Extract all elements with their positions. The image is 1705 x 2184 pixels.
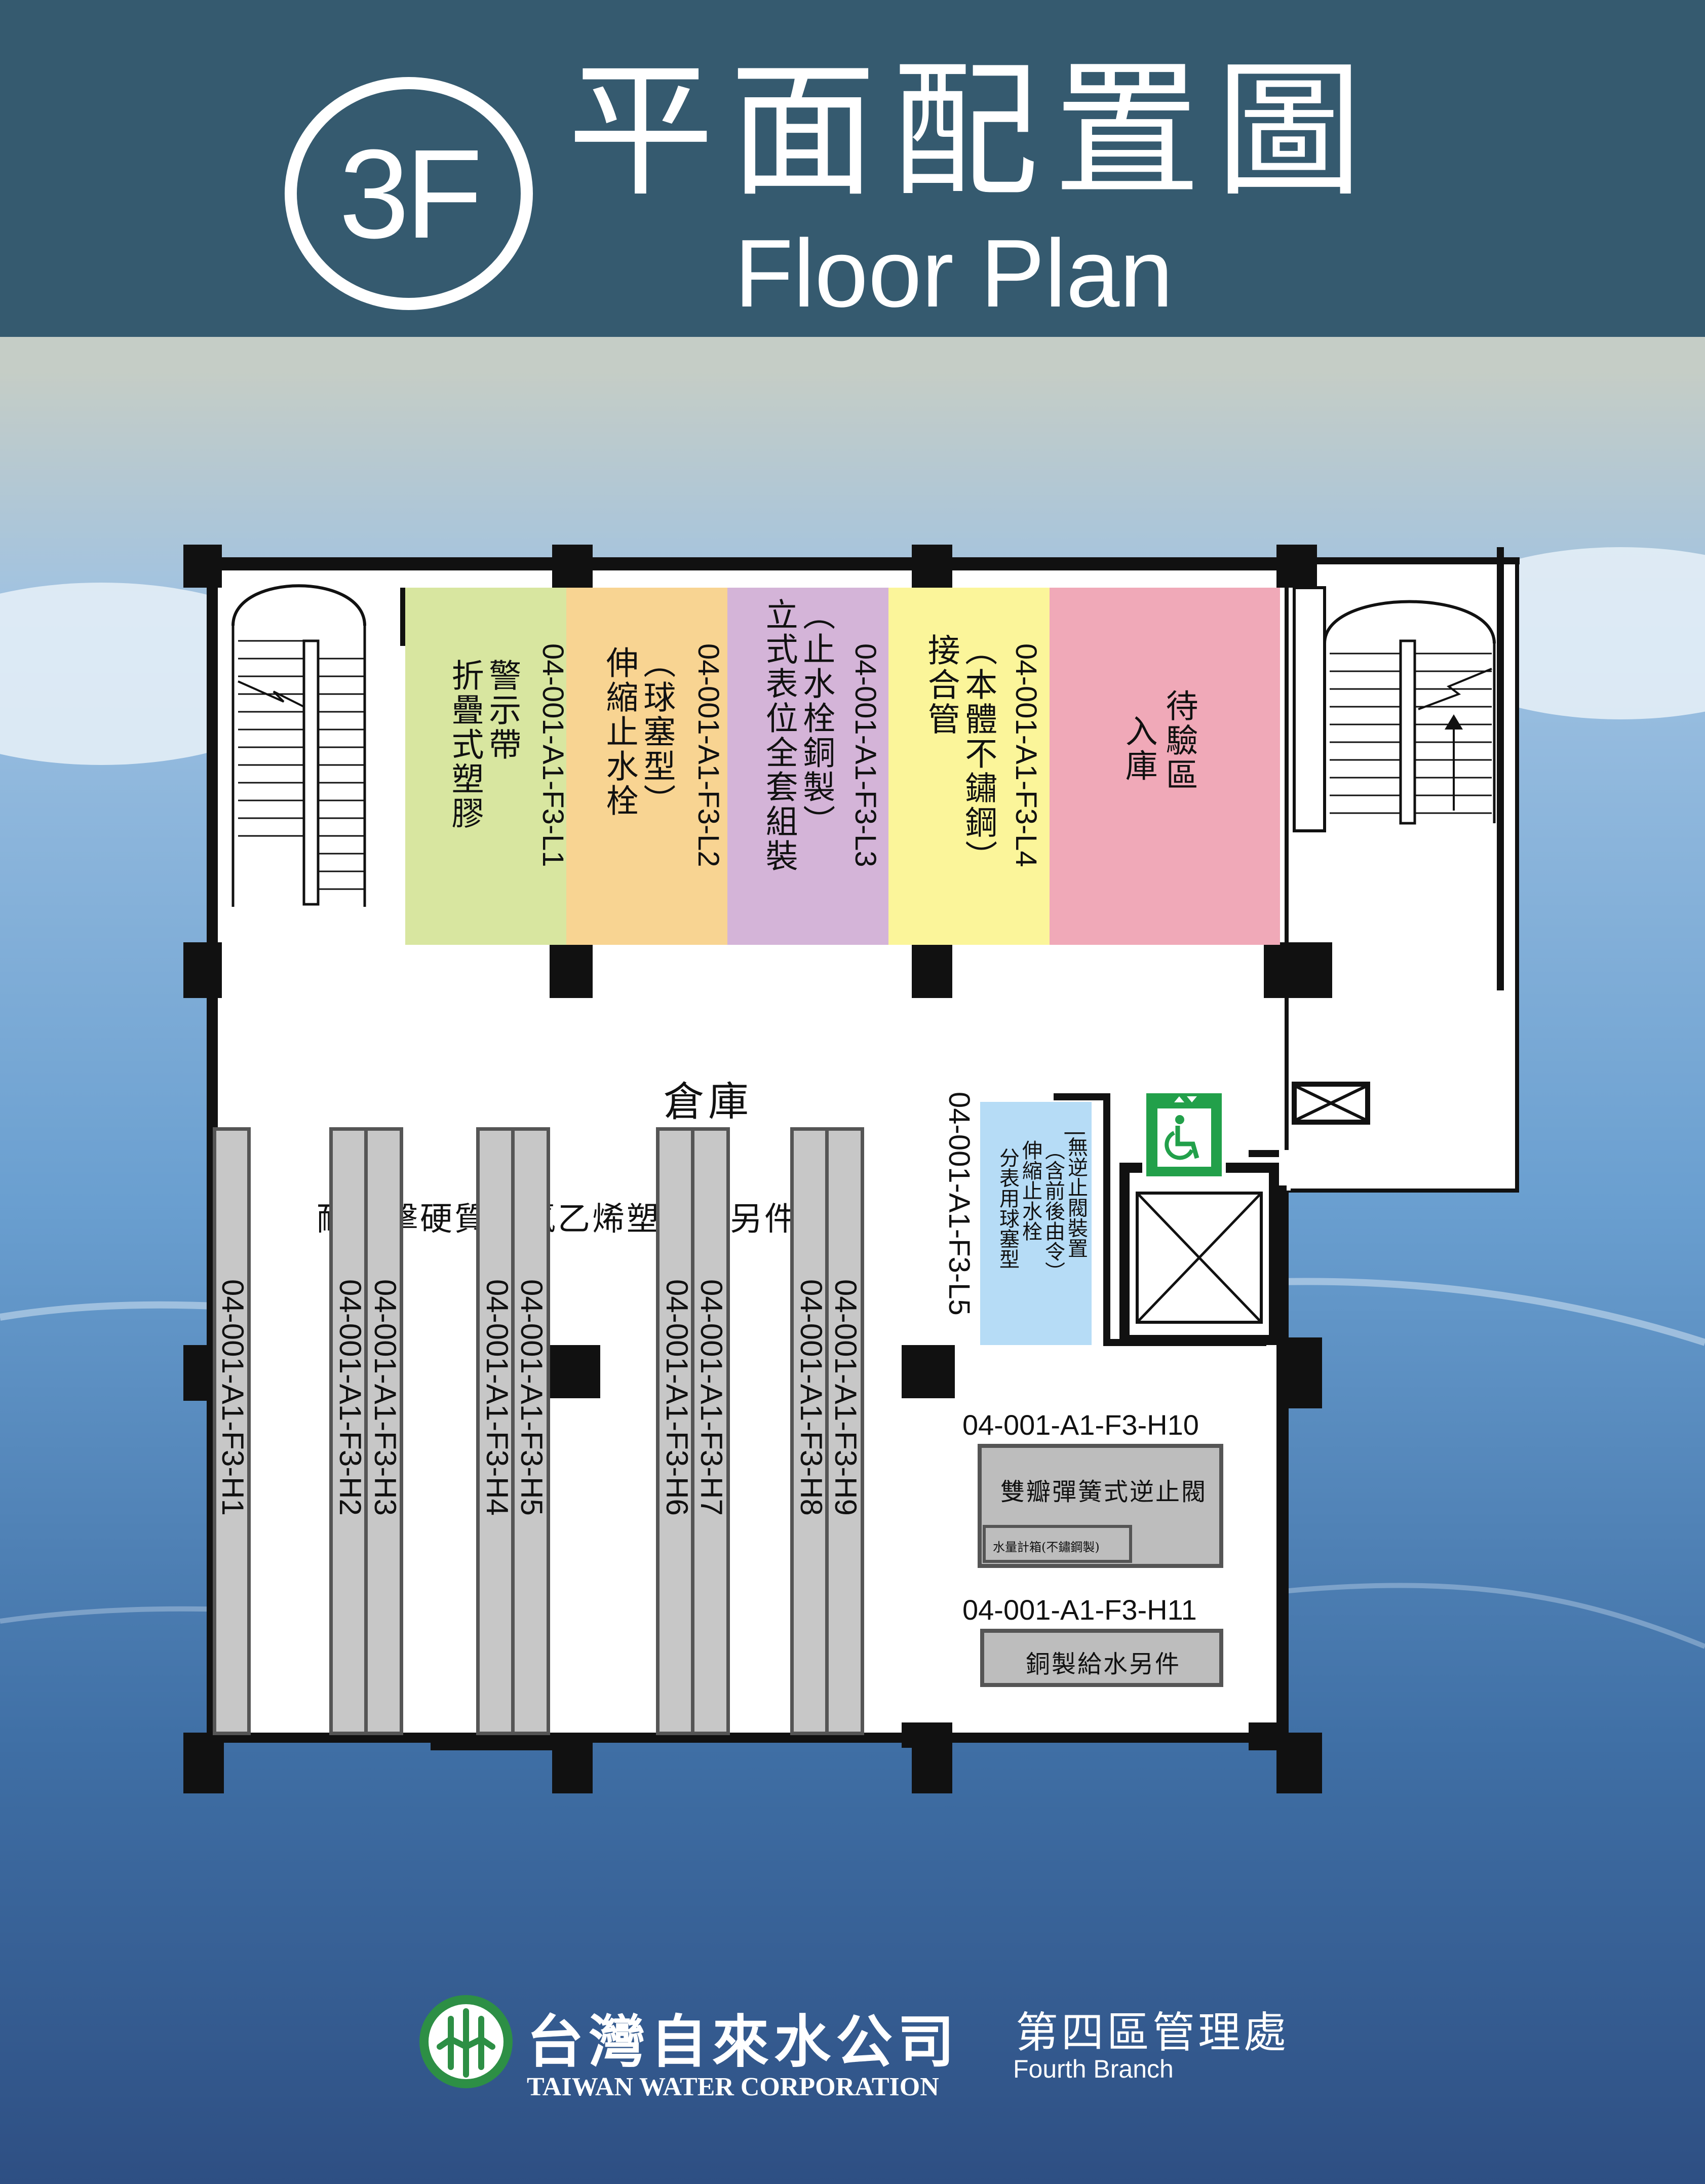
cabinet-H10-code: 04-001-A1-F3-H10 (962, 1409, 1199, 1441)
company-name-en: TAIWAN WATER CORPORATION (527, 2073, 939, 2101)
cabinet-H10-sublabel: 水量計箱(不鏽鋼製) (983, 1525, 1132, 1563)
shelf-H5-code: 04-001-A1-F3-H5 (515, 1279, 549, 1516)
zone-L4-code: 04-001-A1-F3-L4 (1010, 643, 1042, 867)
branch-name-en: Fourth Branch (1013, 2055, 1174, 2083)
zone-L5-code: 04-001-A1-F3-L5 (943, 1092, 976, 1316)
company-logo-icon (419, 1995, 513, 2088)
branch-name-zh: 第四區管理處 (1016, 2008, 1290, 2057)
zone-L1-label: 警示帶 折疊式塑膠 (446, 659, 521, 831)
floor-plan (183, 545, 1520, 1793)
zone-pending-label-2: 入庫 (1119, 714, 1157, 783)
cabinet-H10-label: 雙瓣彈簧式逆止閥 (1000, 1478, 1208, 1506)
zone-L5-line4: 分表用球塞型 (996, 1147, 1019, 1269)
zone-pending-label: 待驗區 (1160, 689, 1198, 792)
accessible-icon (1142, 1089, 1226, 1180)
cabinet-H11-code: 04-001-A1-F3-H11 (962, 1594, 1197, 1626)
zone-L3-label: （止水栓銅製） 立式表位全套組裝 (760, 598, 835, 873)
zone-L2-label: （球塞型） 伸縮止水栓 (600, 646, 676, 818)
shelf-H4-code: 04-001-A1-F3-H4 (480, 1279, 514, 1516)
shelf-H3-code: 04-001-A1-F3-H3 (368, 1279, 402, 1516)
cabinet-H10-sublabel-text: 水量計箱(不鏽鋼製) (993, 1540, 1100, 1554)
company-name-zh: 台灣自來水公司 (527, 2009, 959, 2075)
zone-L3-code: 04-001-A1-F3-L3 (849, 643, 882, 867)
zone-L2-code: 04-001-A1-F3-L2 (692, 643, 725, 867)
zone-L4-label: （本體不鏽鋼） 接合管 (922, 633, 997, 874)
shelf-H2-code: 04-001-A1-F3-H2 (333, 1279, 367, 1516)
shelf-H1-code: 04-001-A1-F3-H1 (216, 1279, 250, 1516)
shelf-H8-code: 04-001-A1-F3-H8 (794, 1279, 828, 1516)
shelf-H7-code: 04-001-A1-F3-H7 (694, 1279, 728, 1516)
shelf-H6-code: 04-001-A1-F3-H6 (660, 1279, 694, 1516)
cabinet-H11-label: 銅製給水另件 (1026, 1650, 1181, 1678)
warehouse-label: 倉庫 (664, 1078, 753, 1125)
shelf-H9-code: 04-001-A1-F3-H9 (829, 1279, 863, 1516)
zone-L1-code: 04-001-A1-F3-L1 (536, 643, 569, 867)
